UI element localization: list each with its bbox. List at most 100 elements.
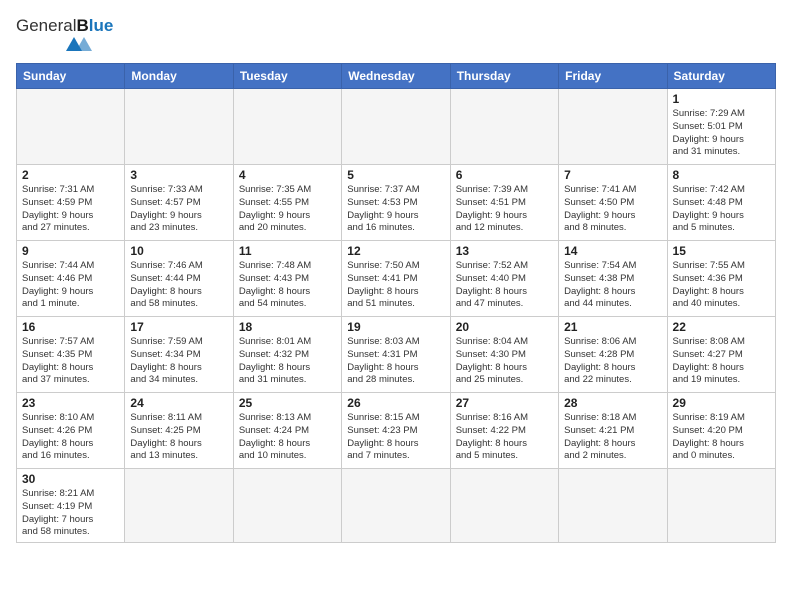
day-info: Sunrise: 8:10 AM Sunset: 4:26 PM Dayligh… xyxy=(22,412,119,463)
day-number: 26 xyxy=(347,396,444,410)
calendar-cell xyxy=(450,89,558,165)
day-info: Sunrise: 8:08 AM Sunset: 4:27 PM Dayligh… xyxy=(673,336,770,387)
calendar-cell xyxy=(559,469,667,543)
calendar-cell: 4 Sunrise: 7:35 AM Sunset: 4:55 PM Daylig… xyxy=(233,165,341,241)
calendar-cell: 19Sunrise: 8:03 AM Sunset: 4:31 PM Dayli… xyxy=(342,317,450,393)
day-info: Sunrise: 7:46 AM Sunset: 4:44 PM Dayligh… xyxy=(130,260,227,311)
day-number: 22 xyxy=(673,320,770,334)
day-number: 17 xyxy=(130,320,227,334)
calendar-week-1: 1 Sunrise: 7:29 AM Sunset: 5:01 PM Daylig… xyxy=(17,89,776,165)
weekday-header-tuesday: Tuesday xyxy=(233,64,341,89)
day-info: Sunrise: 8:11 AM Sunset: 4:25 PM Dayligh… xyxy=(130,412,227,463)
day-number: 12 xyxy=(347,244,444,258)
weekday-header-wednesday: Wednesday xyxy=(342,64,450,89)
calendar-cell: 21Sunrise: 8:06 AM Sunset: 4:28 PM Dayli… xyxy=(559,317,667,393)
day-info: Sunrise: 7:39 AM Sunset: 4:51 PM Dayligh… xyxy=(456,184,553,235)
calendar-cell: 23 Sunrise: 8:10 AM Sunset: 4:26 PM Dayli… xyxy=(17,393,125,469)
day-info: Sunrise: 8:03 AM Sunset: 4:31 PM Dayligh… xyxy=(347,336,444,387)
day-number: 10 xyxy=(130,244,227,258)
logo-text: GeneralBlue xyxy=(16,16,113,36)
weekday-header-thursday: Thursday xyxy=(450,64,558,89)
calendar-cell: 3Sunrise: 7:33 AM Sunset: 4:57 PM Daylig… xyxy=(125,165,233,241)
day-info: Sunrise: 7:52 AM Sunset: 4:40 PM Dayligh… xyxy=(456,260,553,311)
calendar-table: SundayMondayTuesdayWednesdayThursdayFrid… xyxy=(16,63,776,543)
calendar-cell: 24 Sunrise: 8:11 AM Sunset: 4:25 PM Dayli… xyxy=(125,393,233,469)
day-info: Sunrise: 8:18 AM Sunset: 4:21 PM Dayligh… xyxy=(564,412,661,463)
day-info: Sunrise: 7:35 AM Sunset: 4:55 PM Dayligh… xyxy=(239,184,336,235)
calendar-cell xyxy=(342,469,450,543)
day-number: 1 xyxy=(673,92,770,106)
calendar-cell: 16Sunrise: 7:57 AM Sunset: 4:35 PM Dayli… xyxy=(17,317,125,393)
day-info: Sunrise: 8:06 AM Sunset: 4:28 PM Dayligh… xyxy=(564,336,661,387)
day-info: Sunrise: 8:01 AM Sunset: 4:32 PM Dayligh… xyxy=(239,336,336,387)
calendar-cell: 26Sunrise: 8:15 AM Sunset: 4:23 PM Dayli… xyxy=(342,393,450,469)
calendar-cell: 18 Sunrise: 8:01 AM Sunset: 4:32 PM Dayli… xyxy=(233,317,341,393)
day-number: 20 xyxy=(456,320,553,334)
calendar-cell xyxy=(342,89,450,165)
calendar-cell: 11 Sunrise: 7:48 AM Sunset: 4:43 PM Dayli… xyxy=(233,241,341,317)
day-info: Sunrise: 7:31 AM Sunset: 4:59 PM Dayligh… xyxy=(22,184,119,235)
calendar-cell: 5 Sunrise: 7:37 AM Sunset: 4:53 PM Daylig… xyxy=(342,165,450,241)
calendar-cell: 9 Sunrise: 7:44 AM Sunset: 4:46 PM Daylig… xyxy=(17,241,125,317)
day-number: 4 xyxy=(239,168,336,182)
calendar-week-4: 16Sunrise: 7:57 AM Sunset: 4:35 PM Dayli… xyxy=(17,317,776,393)
day-info: Sunrise: 8:19 AM Sunset: 4:20 PM Dayligh… xyxy=(673,412,770,463)
weekday-header-monday: Monday xyxy=(125,64,233,89)
calendar-week-2: 2 Sunrise: 7:31 AM Sunset: 4:59 PM Daylig… xyxy=(17,165,776,241)
day-number: 11 xyxy=(239,244,336,258)
day-info: Sunrise: 7:44 AM Sunset: 4:46 PM Dayligh… xyxy=(22,260,119,311)
calendar-cell: 25 Sunrise: 8:13 AM Sunset: 4:24 PM Dayli… xyxy=(233,393,341,469)
calendar-cell: 2 Sunrise: 7:31 AM Sunset: 4:59 PM Daylig… xyxy=(17,165,125,241)
calendar-cell xyxy=(667,469,775,543)
day-info: Sunrise: 7:54 AM Sunset: 4:38 PM Dayligh… xyxy=(564,260,661,311)
calendar-cell: 28 Sunrise: 8:18 AM Sunset: 4:21 PM Dayli… xyxy=(559,393,667,469)
day-number: 13 xyxy=(456,244,553,258)
calendar-cell xyxy=(233,469,341,543)
calendar-cell: 29Sunrise: 8:19 AM Sunset: 4:20 PM Dayli… xyxy=(667,393,775,469)
weekday-header-saturday: Saturday xyxy=(667,64,775,89)
day-number: 24 xyxy=(130,396,227,410)
calendar-cell: 12 Sunrise: 7:50 AM Sunset: 4:41 PM Dayli… xyxy=(342,241,450,317)
day-number: 23 xyxy=(22,396,119,410)
day-info: Sunrise: 7:33 AM Sunset: 4:57 PM Dayligh… xyxy=(130,184,227,235)
day-info: Sunrise: 8:16 AM Sunset: 4:22 PM Dayligh… xyxy=(456,412,553,463)
day-info: Sunrise: 7:41 AM Sunset: 4:50 PM Dayligh… xyxy=(564,184,661,235)
day-number: 27 xyxy=(456,396,553,410)
day-number: 2 xyxy=(22,168,119,182)
day-number: 18 xyxy=(239,320,336,334)
calendar-cell: 13 Sunrise: 7:52 AM Sunset: 4:40 PM Dayli… xyxy=(450,241,558,317)
calendar-cell: 6Sunrise: 7:39 AM Sunset: 4:51 PM Daylig… xyxy=(450,165,558,241)
day-number: 9 xyxy=(22,244,119,258)
day-number: 30 xyxy=(22,472,119,486)
day-info: Sunrise: 7:50 AM Sunset: 4:41 PM Dayligh… xyxy=(347,260,444,311)
calendar-cell xyxy=(125,89,233,165)
calendar-header-row: SundayMondayTuesdayWednesdayThursdayFrid… xyxy=(17,64,776,89)
calendar-cell: 27 Sunrise: 8:16 AM Sunset: 4:22 PM Dayli… xyxy=(450,393,558,469)
day-info: Sunrise: 8:21 AM Sunset: 4:19 PM Dayligh… xyxy=(22,488,119,539)
page-header: GeneralBlue xyxy=(16,16,776,55)
day-info: Sunrise: 8:04 AM Sunset: 4:30 PM Dayligh… xyxy=(456,336,553,387)
day-number: 5 xyxy=(347,168,444,182)
day-number: 8 xyxy=(673,168,770,182)
day-info: Sunrise: 7:29 AM Sunset: 5:01 PM Dayligh… xyxy=(673,108,770,159)
day-info: Sunrise: 7:37 AM Sunset: 4:53 PM Dayligh… xyxy=(347,184,444,235)
day-number: 14 xyxy=(564,244,661,258)
calendar-cell: 14 Sunrise: 7:54 AM Sunset: 4:38 PM Dayli… xyxy=(559,241,667,317)
calendar-cell xyxy=(559,89,667,165)
day-info: Sunrise: 7:59 AM Sunset: 4:34 PM Dayligh… xyxy=(130,336,227,387)
calendar-week-5: 23 Sunrise: 8:10 AM Sunset: 4:26 PM Dayli… xyxy=(17,393,776,469)
day-info: Sunrise: 7:48 AM Sunset: 4:43 PM Dayligh… xyxy=(239,260,336,311)
calendar-cell xyxy=(17,89,125,165)
calendar-week-3: 9 Sunrise: 7:44 AM Sunset: 4:46 PM Daylig… xyxy=(17,241,776,317)
calendar-cell: 30 Sunrise: 8:21 AM Sunset: 4:19 PM Dayli… xyxy=(17,469,125,543)
calendar-cell: 22 Sunrise: 8:08 AM Sunset: 4:27 PM Dayli… xyxy=(667,317,775,393)
day-info: Sunrise: 8:13 AM Sunset: 4:24 PM Dayligh… xyxy=(239,412,336,463)
weekday-header-friday: Friday xyxy=(559,64,667,89)
day-number: 28 xyxy=(564,396,661,410)
day-number: 25 xyxy=(239,396,336,410)
day-number: 16 xyxy=(22,320,119,334)
calendar-cell xyxy=(125,469,233,543)
calendar-cell xyxy=(233,89,341,165)
calendar-cell xyxy=(450,469,558,543)
calendar-cell: 20 Sunrise: 8:04 AM Sunset: 4:30 PM Dayli… xyxy=(450,317,558,393)
